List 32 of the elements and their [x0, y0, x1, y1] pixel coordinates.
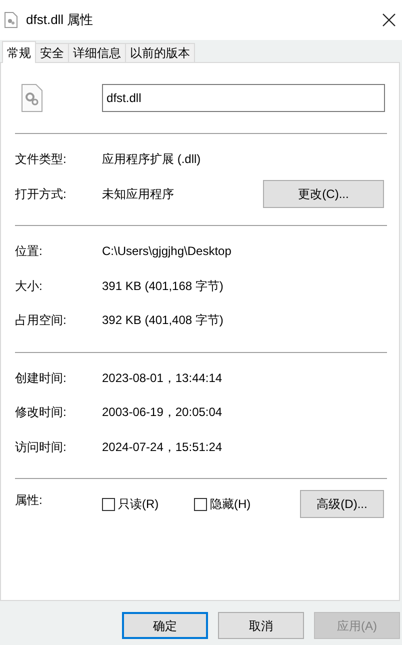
- dialog-button[interactable]: 取消: [218, 612, 304, 639]
- field-value: 2003-06-19，20:05:04: [102, 404, 224, 422]
- tab[interactable]: 安全: [35, 43, 69, 62]
- checkbox[interactable]: 隐藏(H): [194, 495, 286, 513]
- field-label: 占用空间:: [15, 312, 68, 330]
- tab[interactable]: 以前的版本: [125, 43, 195, 62]
- advanced-button[interactable]: 高级(D)...: [300, 490, 384, 518]
- checkbox[interactable]: 只读(R): [102, 495, 194, 513]
- file-icon: [4, 12, 18, 28]
- window-title: dfst.dll 属性: [26, 11, 94, 30]
- field-label: 属性:: [15, 492, 44, 509]
- field-value: 2024-07-24，15:51:24: [102, 438, 224, 456]
- tab[interactable]: 详细信息: [68, 43, 126, 62]
- change-button[interactable]: 更改(C)...: [263, 180, 384, 208]
- field-value: 391 KB (401,168 字节): [102, 278, 224, 295]
- field-label: 创建时间:: [15, 370, 68, 387]
- field-label: 修改时间:: [15, 404, 68, 422]
- close-icon[interactable]: [382, 13, 396, 27]
- field-label: 文件类型:: [15, 151, 68, 168]
- field-value: 应用程序扩展 (.dll): [102, 151, 202, 168]
- dialog-button[interactable]: 确定: [122, 612, 208, 639]
- field-label: 位置:: [15, 243, 44, 260]
- field-value: 未知应用程序: [102, 186, 175, 203]
- tab[interactable]: 常规: [2, 41, 36, 63]
- field-label: 打开方式:: [15, 186, 68, 203]
- field-value: C:\Users\gjgjhg\Desktop: [102, 243, 232, 260]
- field-value: 392 KB (401,408 字节): [102, 312, 224, 330]
- field-value: 2023-08-01，13:44:14: [102, 370, 224, 387]
- field-label: 大小:: [15, 278, 44, 295]
- field-label: 访问时间:: [15, 438, 68, 456]
- dll-file-icon: [21, 84, 43, 112]
- name-field[interactable]: dfst.dll: [102, 84, 385, 112]
